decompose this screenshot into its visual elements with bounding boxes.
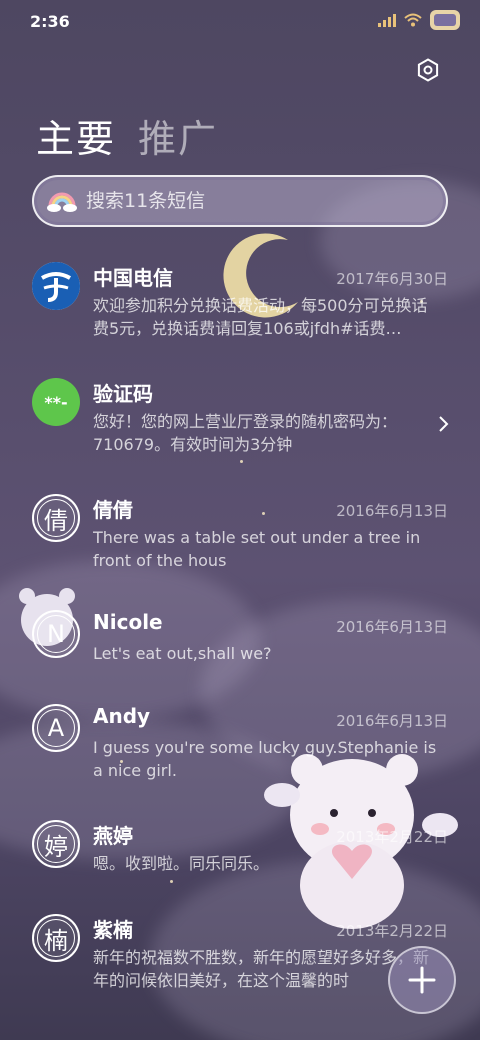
list-item[interactable]: 婷 燕婷 2013年2月22日 嗯。收到啦。同乐同乐。 <box>0 806 480 900</box>
message-list: 中国电信 2017年6月30日 欢迎参加积分兑换话费活动，每500分可兑换话费5… <box>0 248 480 1016</box>
wifi-icon <box>404 13 422 27</box>
contact-name: 紫楠 <box>93 918 133 942</box>
rainbow-cloud-icon <box>47 192 77 212</box>
contact-name: 燕婷 <box>93 824 133 848</box>
avatar-initial: 婷 <box>44 832 68 861</box>
message-preview: Let's eat out,shall we? <box>93 644 272 663</box>
message-date: 2016年6月13日 <box>336 712 448 730</box>
contact-name: 倩倩 <box>93 498 133 522</box>
avatar-initial: A <box>47 714 65 742</box>
battery-icon <box>430 10 460 30</box>
avatar: 倩 <box>32 494 80 542</box>
message-preview: I guess you're some lucky guy.Stephanie … <box>93 738 437 780</box>
message-date: 2016年6月13日 <box>336 618 448 636</box>
list-item[interactable]: 倩 倩倩 2016年6月13日 There was a table set ou… <box>0 480 480 596</box>
telecom-logo-icon <box>32 262 80 310</box>
message-preview: 您好！您的网上营业厅登录的随机密码为：710679。有效时间为3分钟 <box>93 412 398 454</box>
avatar-initial: N <box>47 620 65 648</box>
contact-name: Nicole <box>93 610 163 634</box>
settings-button[interactable] <box>414 56 442 84</box>
contact-name: 中国电信 <box>93 266 173 290</box>
list-item[interactable]: N Nicole 2016年6月13日 Let's eat out,shall … <box>0 596 480 690</box>
verification-code-avatar: **- <box>32 378 80 426</box>
avatar: 婷 <box>32 820 80 868</box>
contact-name: Andy <box>93 704 151 728</box>
message-date: 2016年6月13日 <box>336 502 448 520</box>
tab-promotions[interactable]: 推广 <box>138 108 218 163</box>
chevron-right-icon[interactable] <box>436 414 450 434</box>
list-item[interactable]: **- 验证码 您好！您的网上营业厅登录的随机密码为：710679。有效时间为3… <box>0 364 480 480</box>
message-preview: There was a table set out under a tree i… <box>93 528 421 570</box>
settings-icon <box>417 58 439 82</box>
status-bar: 2:36 <box>0 0 480 42</box>
avatar: 楠 <box>32 914 80 962</box>
plus-icon <box>408 966 436 994</box>
new-message-button[interactable] <box>388 946 456 1014</box>
tab-primary[interactable]: 主要 <box>36 108 116 163</box>
message-preview: 嗯。收到啦。同乐同乐。 <box>93 854 270 873</box>
avatar-initial: 楠 <box>44 926 68 955</box>
status-time: 2:36 <box>30 12 70 31</box>
tab-bar: 主要 推广 <box>36 108 218 163</box>
search-bar[interactable] <box>32 175 448 227</box>
search-input[interactable] <box>86 190 426 212</box>
message-date: 2013年2月22日 <box>336 922 448 940</box>
message-date: 2017年6月30日 <box>336 270 448 288</box>
avatar: A <box>32 704 80 752</box>
contact-name: 验证码 <box>93 382 153 406</box>
signal-icon <box>378 13 396 27</box>
avatar-initial: 倩 <box>44 506 68 535</box>
list-item[interactable]: 中国电信 2017年6月30日 欢迎参加积分兑换话费活动，每500分可兑换话费5… <box>0 248 480 364</box>
message-date: 2013年2月22日 <box>336 828 448 846</box>
avatar: N <box>32 610 80 658</box>
list-item[interactable]: A Andy 2016年6月13日 I guess you're some lu… <box>0 690 480 806</box>
message-preview: 欢迎参加积分兑换话费活动，每500分可兑换话费5元，兑换话费请回复106或jfd… <box>93 296 428 338</box>
avatar-initial: **- <box>44 392 68 412</box>
